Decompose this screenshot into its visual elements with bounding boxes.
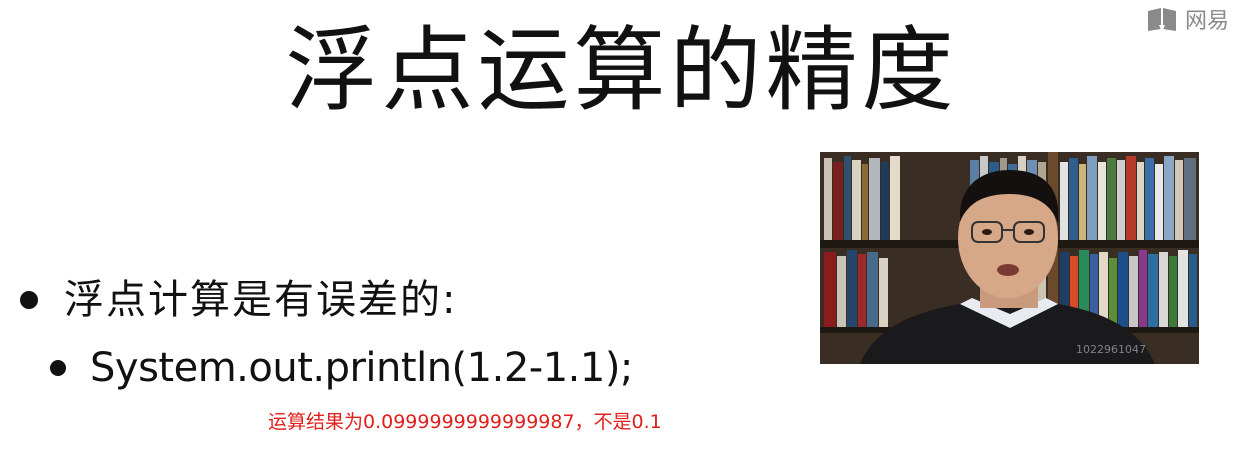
bullet-item: 浮点计算是有误差的: bbox=[20, 272, 457, 328]
brand-watermark: 网易 bbox=[1145, 4, 1243, 34]
slide-title: 浮点运算的精度 bbox=[285, 17, 958, 124]
brand-text: 网易 bbox=[1185, 9, 1230, 34]
video-frame bbox=[820, 152, 1199, 364]
code-line: System.out.println(1.2-1.1); bbox=[90, 345, 633, 391]
bullet-text: 浮点计算是有误差的: bbox=[64, 277, 458, 323]
result-annotation: 运算结果为0.0999999999999987，不是0.1 bbox=[268, 411, 662, 433]
bullet-item: System.out.println(1.2-1.1); bbox=[50, 340, 633, 396]
instructor-video[interactable]: 1022961047 bbox=[820, 152, 1199, 364]
book-icon bbox=[1145, 5, 1179, 33]
bullet-dot-icon bbox=[50, 360, 66, 376]
bullet-dot-icon bbox=[20, 291, 38, 309]
video-watermark: 1022961047 bbox=[1076, 343, 1146, 356]
